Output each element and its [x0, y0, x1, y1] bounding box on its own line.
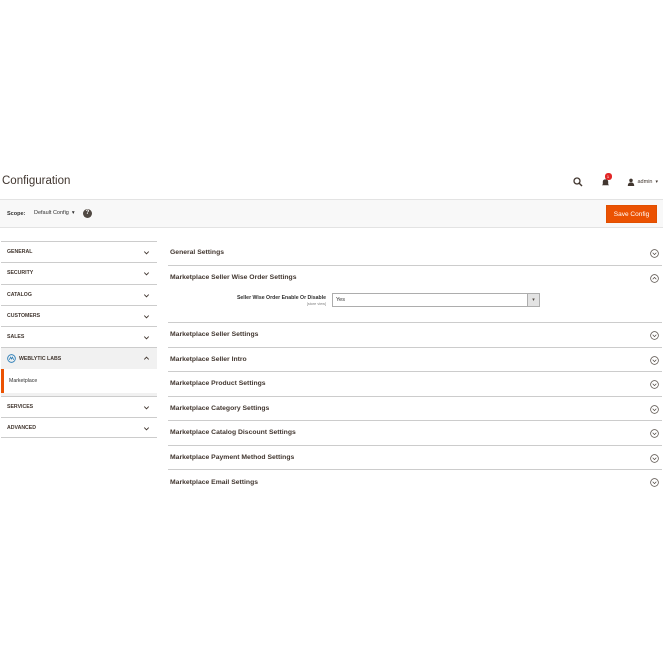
section-title: General Settings [170, 249, 225, 257]
chevron-down-icon [143, 251, 150, 255]
user-icon [627, 178, 634, 186]
section-email-settings[interactable]: Marketplace Email Settings [168, 470, 662, 495]
section-title: Marketplace Catalog Discount Settings [170, 429, 296, 437]
sidebar-item-label: CUSTOMERS [7, 313, 41, 320]
sidebar-item-catalog[interactable]: CATALOG [1, 283, 157, 305]
chevron-down-icon [143, 406, 150, 410]
expand-circle-icon [650, 478, 659, 487]
chevron-up-icon [143, 356, 150, 361]
sidebar-subitem-marketplace[interactable]: Marketplace [1, 368, 157, 393]
field-scope-note: [store view] [306, 302, 326, 306]
section-title: Marketplace Seller Intro [170, 355, 247, 363]
expand-circle-icon [650, 404, 659, 414]
expand-circle-icon [650, 355, 659, 365]
scope-bar: Scope: Default Config ▾ ? Save Config [0, 199, 663, 228]
expand-circle-icon [650, 429, 659, 438]
expand-circle-icon [650, 453, 659, 463]
header-actions: 1 admin ▾ [571, 173, 658, 189]
sidebar-subitem-label: Marketplace [9, 377, 38, 384]
collapse-circle-icon [650, 273, 659, 283]
config-sidebar: GENERAL SECURITY CATALOG CUSTOMERS SALES… [1, 241, 157, 439]
sidebar-item-services[interactable]: SERVICES [1, 395, 157, 418]
seller-wise-order-select[interactable]: Yes ▾ [332, 293, 540, 307]
config-content: General Settings Marketplace Seller Wise… [168, 241, 662, 495]
scope-label: Scope: [7, 211, 26, 217]
sidebar-item-label: WEBLYTIC LABS [19, 355, 62, 362]
sidebar-item-label: GENERAL [7, 249, 33, 256]
section-title: Marketplace Product Settings [170, 380, 266, 388]
section-general-settings[interactable]: General Settings [168, 241, 662, 266]
notification-badge: 1 [604, 173, 612, 180]
caret-down-icon: ▾ [71, 210, 75, 216]
sidebar-item-advanced[interactable]: ADVANCED [1, 417, 157, 439]
sidebar-item-label: SERVICES [7, 403, 34, 410]
section-product-settings[interactable]: Marketplace Product Settings [168, 372, 662, 397]
section-seller-intro[interactable]: Marketplace Seller Intro [168, 348, 662, 372]
sidebar-item-security[interactable]: SECURITY [1, 262, 157, 284]
sidebar-item-sales[interactable]: SALES [1, 326, 157, 348]
sidebar-item-label: CATALOG [7, 291, 32, 298]
scope-value: Default Config [34, 210, 69, 216]
expand-circle-icon [650, 249, 659, 258]
bell-icon[interactable]: 1 [599, 173, 613, 189]
caret-down-icon: ▾ [655, 179, 658, 185]
chevron-down-icon [143, 427, 150, 431]
section-title: Marketplace Email Settings [170, 478, 259, 486]
sidebar-item-label: SALES [7, 334, 25, 341]
section-seller-wise-order-settings[interactable]: Marketplace Seller Wise Order Settings [168, 266, 662, 291]
sidebar-item-label: ADVANCED [7, 424, 37, 431]
section-catalog-discount-settings[interactable]: Marketplace Catalog Discount Settings [168, 421, 662, 446]
chevron-down-icon [143, 315, 150, 319]
expand-circle-icon [650, 331, 659, 340]
chevron-down-icon [143, 293, 150, 298]
sidebar-item-general[interactable]: GENERAL [1, 241, 157, 263]
chevron-down-icon [143, 272, 150, 276]
section-body-seller-wise-order: Seller Wise Order Enable Or Disable [sto… [168, 290, 662, 323]
user-name: admin [637, 179, 653, 185]
section-title: Marketplace Payment Method Settings [170, 453, 295, 461]
user-menu[interactable]: admin ▾ [627, 178, 658, 186]
section-title: Marketplace Seller Settings [170, 331, 259, 339]
field-label: Seller Wise Order Enable Or Disable [236, 295, 326, 301]
save-config-button[interactable]: Save Config [606, 205, 657, 223]
scope-switcher[interactable]: Default Config ▾ [34, 210, 75, 216]
page-title: Configuration [2, 175, 71, 187]
section-payment-method-settings[interactable]: Marketplace Payment Method Settings [168, 446, 662, 470]
help-icon[interactable]: ? [83, 209, 92, 218]
sidebar-item-label: SECURITY [7, 270, 34, 277]
weblytic-logo-icon [7, 354, 16, 363]
section-title: Marketplace Seller Wise Order Settings [170, 274, 297, 282]
sidebar-item-weblytic-labs[interactable]: WEBLYTIC LABS [1, 347, 157, 369]
expand-circle-icon [650, 380, 659, 389]
select-value: Yes [336, 297, 345, 303]
search-icon[interactable] [571, 175, 585, 189]
select-arrow-icon: ▾ [527, 294, 539, 306]
section-category-settings[interactable]: Marketplace Category Settings [168, 397, 662, 421]
section-title: Marketplace Category Settings [170, 404, 270, 412]
chevron-down-icon [143, 336, 150, 340]
sidebar-item-customers[interactable]: CUSTOMERS [1, 304, 157, 327]
section-seller-settings[interactable]: Marketplace Seller Settings [168, 323, 662, 348]
